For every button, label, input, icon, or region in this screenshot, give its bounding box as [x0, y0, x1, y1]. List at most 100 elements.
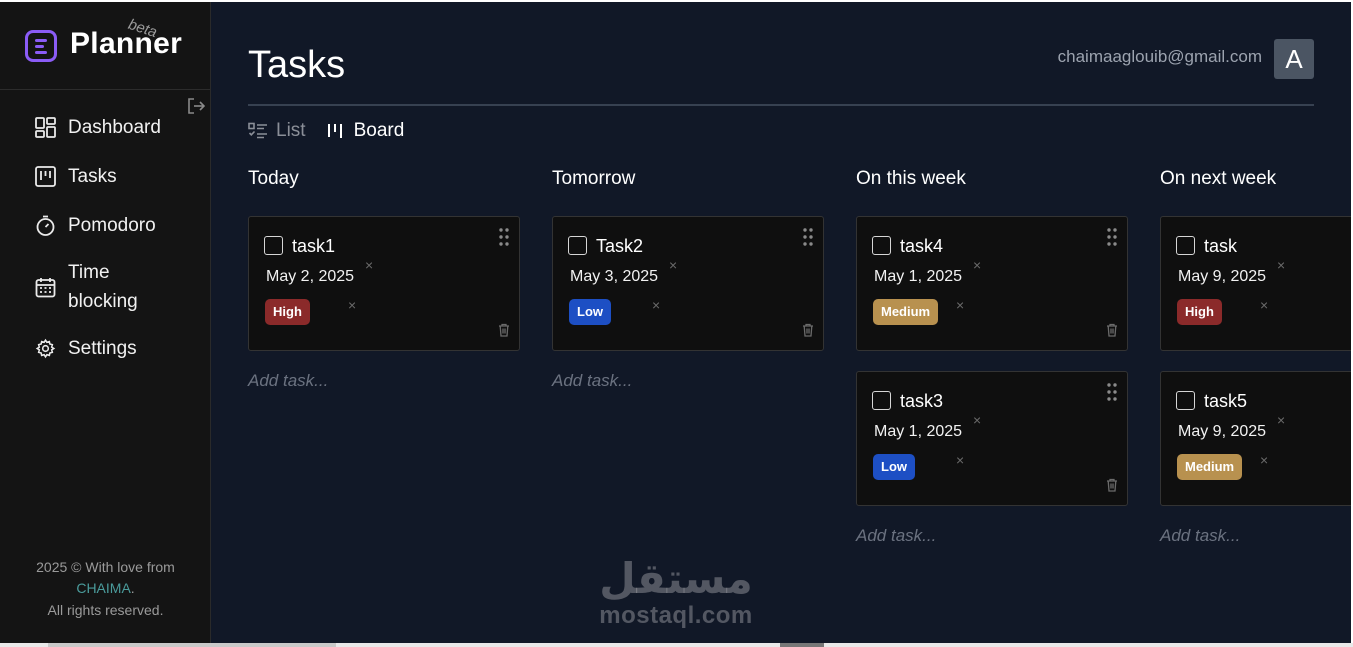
- priority-badge[interactable]: Low: [569, 299, 611, 325]
- priority-badge[interactable]: Low: [873, 454, 915, 480]
- task-date[interactable]: May 9, 2025: [1178, 423, 1266, 441]
- drag-handle-icon[interactable]: [499, 228, 509, 246]
- add-task-input[interactable]: Add task...: [856, 526, 1128, 546]
- task-date[interactable]: May 2, 2025: [266, 268, 354, 286]
- sidebar-item-tasks[interactable]: Tasks: [0, 161, 211, 191]
- footer-line-author: CHAIMA.: [0, 578, 211, 600]
- task-name[interactable]: task1: [292, 236, 335, 257]
- sidebar: Planner beta Dashboard Tasks Pomodoro Ti…: [0, 2, 211, 643]
- sidebar-item-label: Tasks: [68, 165, 117, 187]
- drag-handle-icon[interactable]: [1107, 383, 1117, 401]
- board-column: Tomorrow Task2 May 3, 2025 × Low × Add task...: [552, 168, 824, 391]
- scrollbar-thumb[interactable]: [48, 643, 336, 647]
- clear-priority-icon[interactable]: ×: [956, 452, 964, 468]
- clear-date-icon[interactable]: ×: [669, 257, 677, 273]
- author-link[interactable]: CHAIMA: [76, 580, 130, 596]
- board-column: On next week task May 9, 2025 × High × task5 Ma…: [1160, 168, 1351, 546]
- calendar-icon: [35, 277, 56, 297]
- planner-logo-icon: [25, 30, 57, 62]
- sidebar-item-time-blocking[interactable]: Time blocking: [0, 259, 211, 315]
- trash-icon[interactable]: [498, 323, 510, 337]
- add-task-input[interactable]: Add task...: [248, 371, 520, 391]
- task-checkbox[interactable]: [264, 236, 283, 255]
- trash-icon[interactable]: [802, 323, 814, 337]
- task-date[interactable]: May 9, 2025: [1178, 268, 1266, 286]
- priority-badge[interactable]: Medium: [1177, 454, 1243, 480]
- view-switch: List Board: [248, 120, 404, 142]
- scrollbar-thumb-secondary[interactable]: [780, 643, 824, 647]
- priority-badge[interactable]: High: [1177, 299, 1222, 325]
- clear-priority-icon[interactable]: ×: [652, 297, 660, 313]
- drag-handle-icon[interactable]: [803, 228, 813, 246]
- clear-priority-icon[interactable]: ×: [348, 297, 356, 313]
- header-divider: [248, 104, 1314, 106]
- clear-date-icon[interactable]: ×: [365, 257, 373, 273]
- page-title: Tasks: [248, 44, 346, 86]
- task-card[interactable]: task3 May 1, 2025 × Low ×: [856, 371, 1128, 506]
- column-title: Today: [248, 168, 299, 189]
- clear-date-icon[interactable]: ×: [973, 257, 981, 273]
- sidebar-item-label: Settings: [68, 337, 137, 359]
- task-name[interactable]: task: [1204, 236, 1237, 257]
- clear-date-icon[interactable]: ×: [1277, 412, 1285, 428]
- brand: Planner beta: [0, 2, 210, 90]
- user-email: chaimaaglouib@gmail.com: [1057, 47, 1262, 66]
- task-date[interactable]: May 1, 2025: [874, 423, 962, 441]
- drag-handle-icon[interactable]: [1107, 228, 1117, 246]
- main-content: Tasks chaimaaglouib@gmail.com A List Boa…: [211, 2, 1351, 643]
- footer-line-1: 2025 © With love from: [36, 558, 175, 575]
- clear-priority-icon[interactable]: ×: [1260, 297, 1268, 313]
- task-card[interactable]: task4 May 1, 2025 × Medium ×: [856, 216, 1128, 351]
- task-date[interactable]: May 3, 2025: [570, 268, 658, 286]
- gear-icon: [35, 338, 56, 358]
- clear-priority-icon[interactable]: ×: [1260, 452, 1268, 468]
- kanban-icon: [35, 165, 56, 187]
- priority-badge[interactable]: High: [265, 299, 310, 325]
- task-date[interactable]: May 1, 2025: [874, 268, 962, 286]
- board-column: Today task1 May 2, 2025 × High × Add task...: [248, 168, 520, 391]
- board-view-label: Board: [353, 120, 405, 141]
- sidebar-item-settings[interactable]: Settings: [0, 333, 211, 363]
- task-checkbox[interactable]: [1176, 391, 1195, 410]
- add-task-input[interactable]: Add task...: [552, 371, 824, 391]
- sidebar-footer: 2025 © With love from CHAIMA. All rights…: [0, 557, 211, 622]
- task-checkbox[interactable]: [568, 236, 587, 255]
- clear-date-icon[interactable]: ×: [1277, 257, 1285, 273]
- column-title: On next week: [1160, 168, 1277, 189]
- column-title: Tomorrow: [552, 168, 636, 189]
- task-card[interactable]: task5 May 9, 2025 × Medium ×: [1160, 371, 1351, 506]
- list-icon: [248, 122, 267, 139]
- trash-icon[interactable]: [1106, 478, 1118, 492]
- sidebar-item-dashboard[interactable]: Dashboard: [0, 112, 211, 142]
- task-card[interactable]: task1 May 2, 2025 × High ×: [248, 216, 520, 351]
- priority-badge[interactable]: Medium: [873, 299, 939, 325]
- sidebar-item-label: Dashboard: [68, 116, 161, 138]
- board-view-button[interactable]: Board: [326, 120, 405, 142]
- column-title: On this week: [856, 168, 966, 189]
- timer-icon: [36, 215, 55, 236]
- list-view-button[interactable]: List: [248, 120, 306, 142]
- add-task-input[interactable]: Add task...: [1160, 526, 1351, 546]
- task-name[interactable]: Task2: [596, 236, 643, 257]
- clear-date-icon[interactable]: ×: [973, 412, 981, 428]
- footer-period: .: [130, 580, 135, 596]
- task-checkbox[interactable]: [1176, 236, 1195, 255]
- app-window: Planner beta Dashboard Tasks Pomodoro Ti…: [0, 2, 1351, 643]
- task-name[interactable]: task5: [1204, 391, 1247, 412]
- task-checkbox[interactable]: [872, 236, 891, 255]
- task-card[interactable]: Task2 May 3, 2025 × Low ×: [552, 216, 824, 351]
- sidebar-item-label: Pomodoro: [68, 214, 156, 236]
- list-view-label: List: [276, 120, 306, 141]
- avatar[interactable]: A: [1274, 39, 1314, 79]
- sidebar-item-label: Time blocking: [68, 262, 138, 312]
- trash-icon[interactable]: [1106, 323, 1118, 337]
- board-column: On this week task4 May 1, 2025 × Medium × task…: [856, 168, 1128, 546]
- clear-priority-icon[interactable]: ×: [956, 297, 964, 313]
- task-checkbox[interactable]: [872, 391, 891, 410]
- task-name[interactable]: task4: [900, 236, 943, 257]
- sidebar-item-pomodoro[interactable]: Pomodoro: [0, 210, 211, 240]
- task-name[interactable]: task3: [900, 391, 943, 412]
- task-board: Today task1 May 2, 2025 × High × Add task... To…: [248, 168, 1351, 638]
- footer-line-2: All rights reserved.: [47, 601, 164, 618]
- task-card[interactable]: task May 9, 2025 × High ×: [1160, 216, 1351, 351]
